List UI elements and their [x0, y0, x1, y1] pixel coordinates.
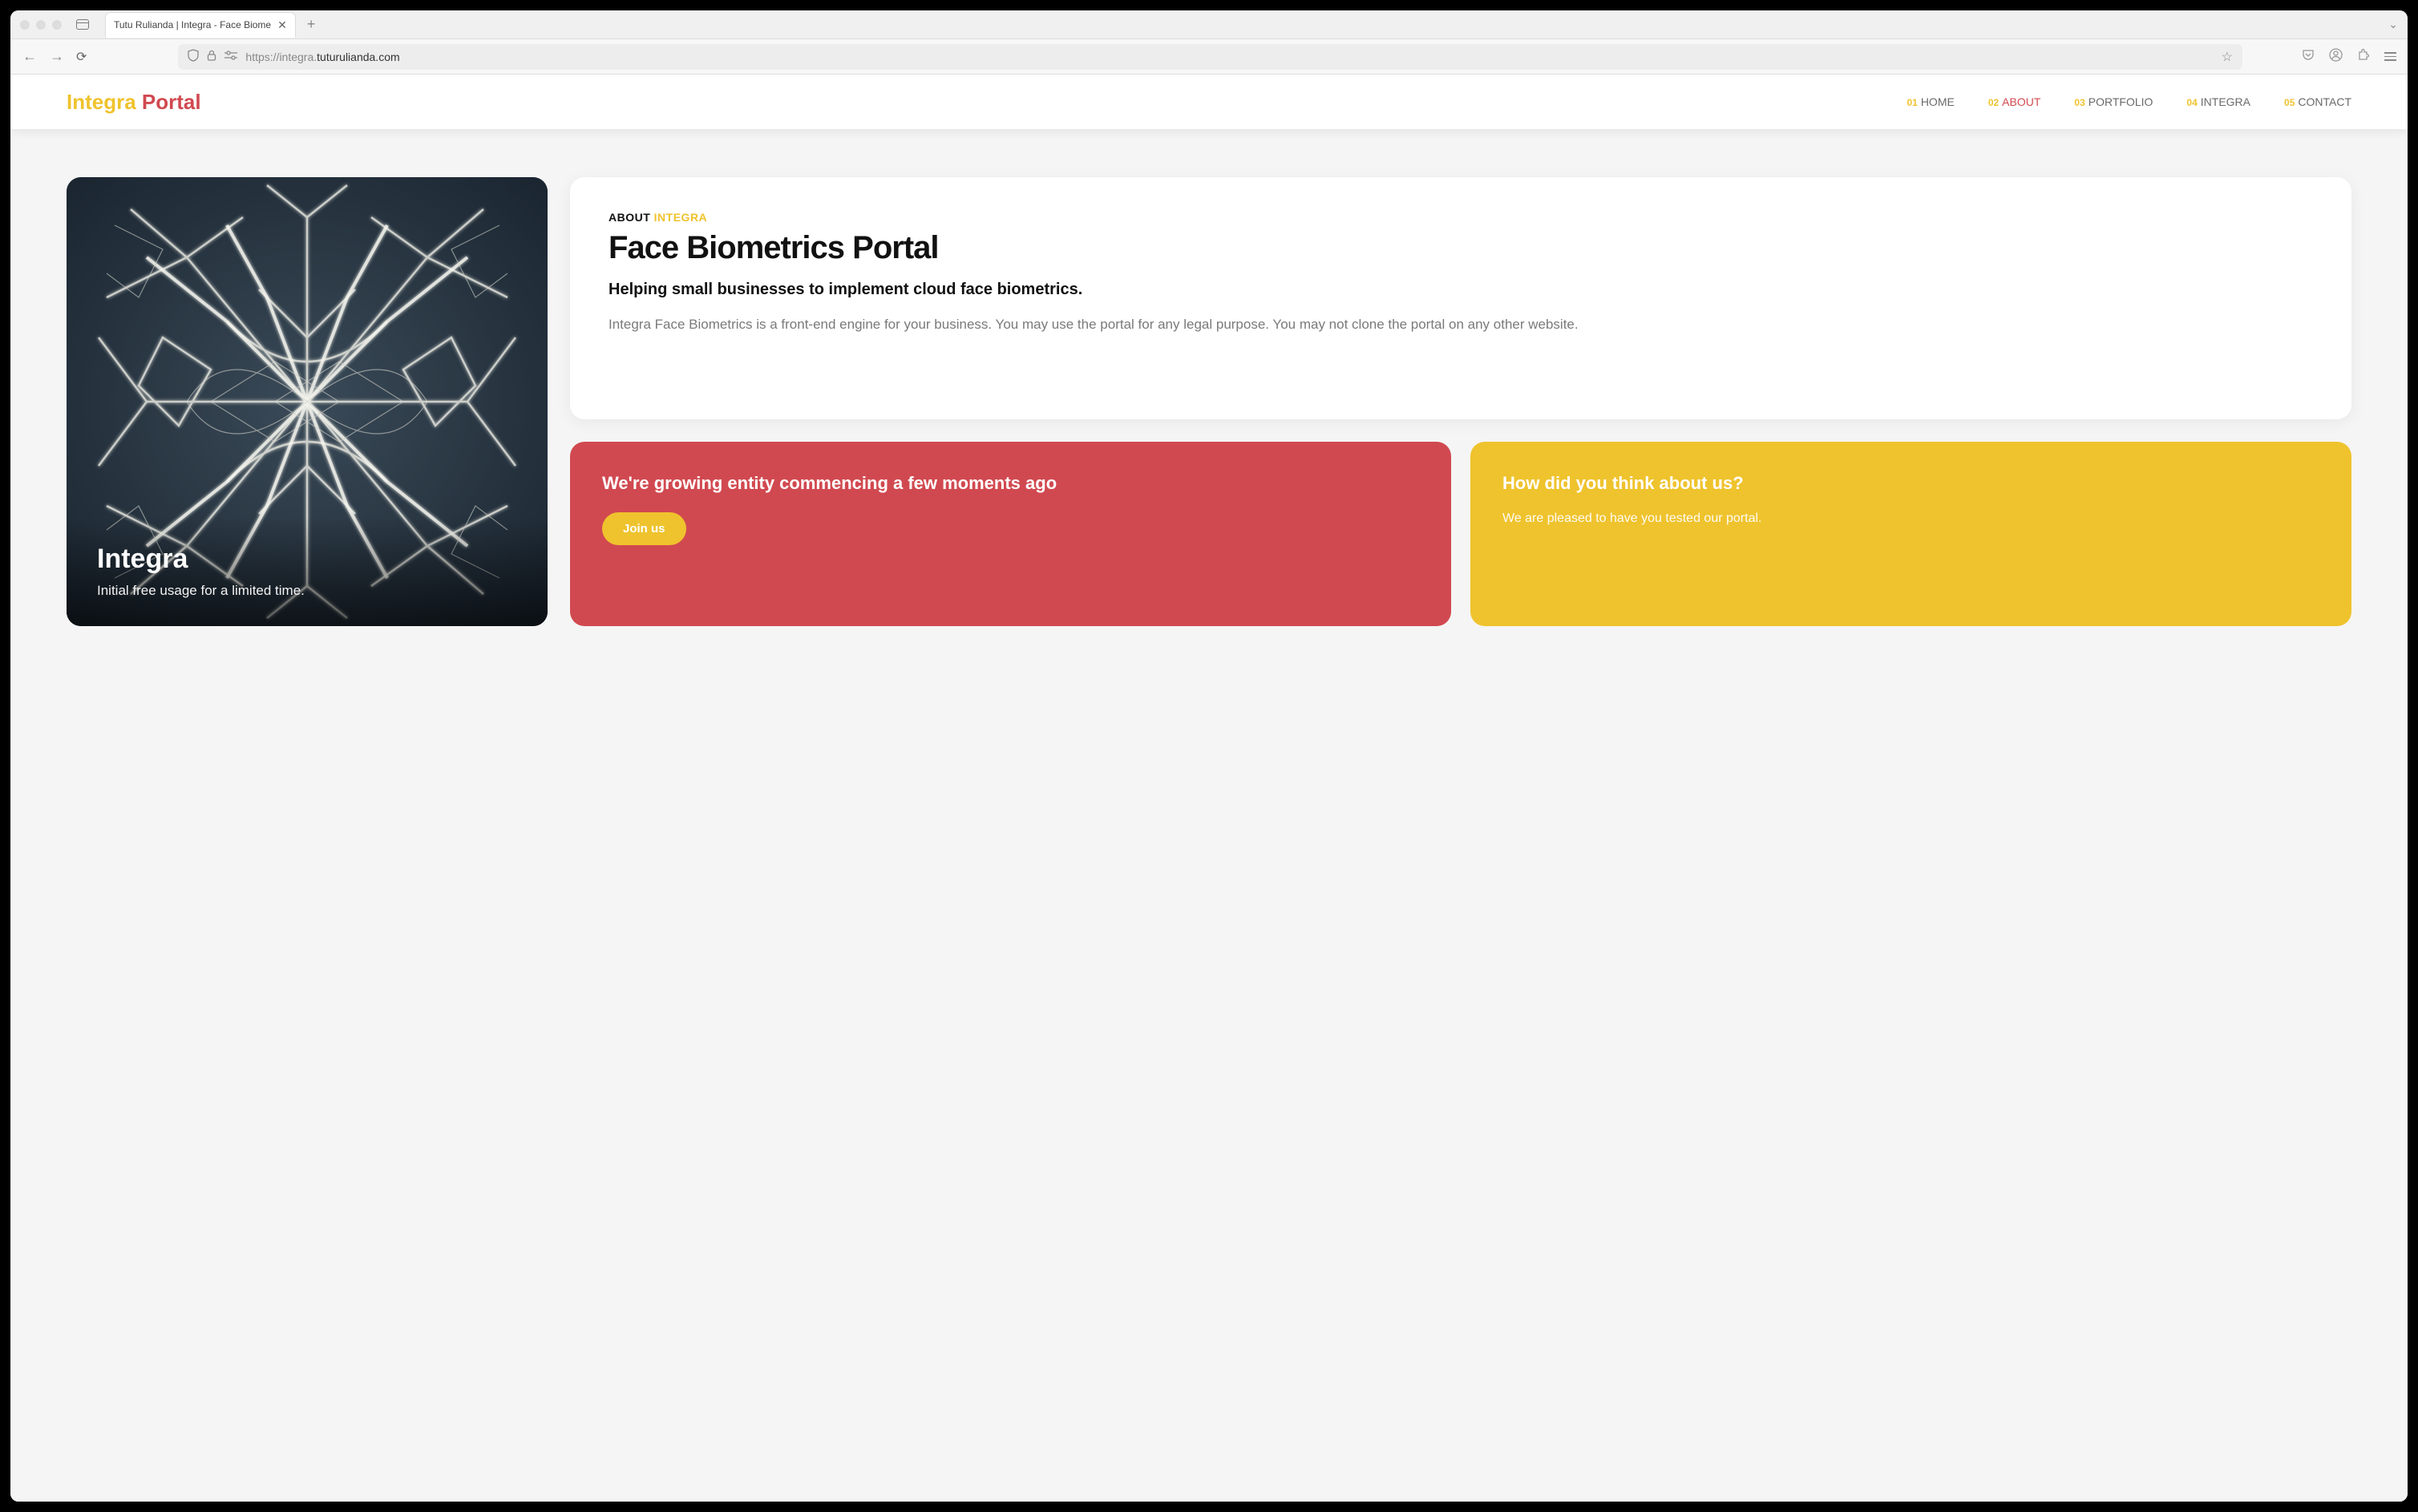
hero-overlay: Integra Initial free usage for a limited… [67, 516, 548, 626]
hero-subtitle: Initial free usage for a limited time. [97, 583, 517, 599]
bottom-cards: We're growing entity commencing a few mo… [570, 442, 2351, 626]
browser-window: Tutu Rulianda | Integra - Face Biome ✕ +… [10, 10, 2408, 1502]
hero-card: Integra Initial free usage for a limited… [67, 177, 548, 626]
main-nav: 01HOME 02ABOUT 03PORTFOLIO 04INTEGRA 05C… [1906, 95, 2351, 108]
main-content: Integra Initial free usage for a limited… [10, 129, 2408, 674]
maximize-window-button[interactable] [52, 20, 62, 30]
minimize-window-button[interactable] [36, 20, 46, 30]
reload-button[interactable]: ⟳ [76, 49, 87, 65]
lock-icon[interactable] [207, 50, 216, 63]
nav-home[interactable]: 01HOME [1906, 95, 1954, 108]
nav-portfolio[interactable]: 03PORTFOLIO [2074, 95, 2153, 108]
about-title: Face Biometrics Portal [609, 230, 2313, 266]
url-text: https://integra.tuturulianda.com [245, 51, 2213, 63]
browser-titlebar: Tutu Rulianda | Integra - Face Biome ✕ +… [10, 10, 2408, 39]
account-icon[interactable] [2329, 48, 2343, 66]
site-header: Integra Portal 01HOME 02ABOUT 03PORTFOLI… [10, 75, 2408, 129]
feedback-card: How did you think about us? We are pleas… [1470, 442, 2351, 626]
browser-toolbar: ← → ⟳ https://integra.tuturulianda.com ☆ [10, 39, 2408, 75]
extensions-icon[interactable] [2357, 48, 2370, 65]
new-tab-button[interactable]: + [307, 16, 316, 33]
join-us-button[interactable]: Join us [602, 512, 686, 545]
back-button[interactable]: ← [22, 48, 38, 65]
nav-contact[interactable]: 05CONTACT [2284, 95, 2351, 108]
page-content: Integra Portal 01HOME 02ABOUT 03PORTFOLI… [10, 75, 2408, 1502]
growth-card: We're growing entity commencing a few mo… [570, 442, 1451, 626]
forward-button[interactable]: → [49, 48, 65, 65]
pocket-icon[interactable] [2302, 49, 2315, 65]
about-eyebrow: ABOUT INTEGRA [609, 211, 2313, 224]
about-body: Integra Face Biometrics is a front-end e… [609, 314, 2313, 335]
about-card: ABOUT INTEGRA Face Biometrics Portal Hel… [570, 177, 2351, 419]
about-subtitle: Helping small businesses to implement cl… [609, 279, 2313, 300]
site-logo[interactable]: Integra Portal [67, 90, 201, 115]
feedback-card-body: We are pleased to have you tested our po… [1502, 509, 2319, 528]
browser-tab[interactable]: Tutu Rulianda | Integra - Face Biome ✕ [105, 12, 296, 38]
nav-integra[interactable]: 04INTEGRA [2186, 95, 2250, 108]
growth-card-title: We're growing entity commencing a few mo… [602, 472, 1419, 495]
close-window-button[interactable] [20, 20, 30, 30]
traffic-lights [20, 20, 62, 30]
hero-title: Integra [97, 544, 517, 575]
nav-about[interactable]: 02ABOUT [1988, 95, 2041, 108]
url-bar[interactable]: https://integra.tuturulianda.com ☆ [178, 44, 2242, 70]
site-settings-icon[interactable] [224, 51, 237, 63]
bookmark-star-icon[interactable]: ☆ [2222, 49, 2233, 65]
close-tab-icon[interactable]: ✕ [277, 18, 287, 32]
feedback-card-title: How did you think about us? [1502, 472, 2319, 495]
tabs-dropdown-icon[interactable]: ⌄ [2388, 18, 2398, 31]
sidebar-toggle-icon[interactable] [76, 19, 89, 30]
menu-icon[interactable] [2384, 52, 2396, 61]
tab-title: Tutu Rulianda | Integra - Face Biome [114, 19, 271, 30]
shield-icon[interactable] [188, 49, 199, 64]
toolbar-icons [2302, 48, 2396, 66]
